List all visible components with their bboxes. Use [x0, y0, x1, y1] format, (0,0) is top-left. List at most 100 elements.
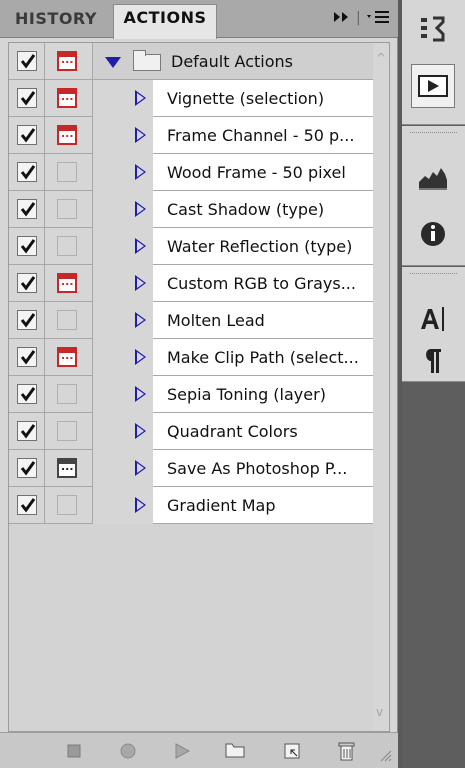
- toggle-checkbox[interactable]: [17, 421, 37, 441]
- dock-grip[interactable]: [410, 132, 457, 136]
- dialog-toggle-icon[interactable]: [57, 88, 77, 108]
- action-label: Water Reflection (type): [167, 237, 353, 256]
- action-label: Quadrant Colors: [167, 422, 298, 441]
- disclosure-triangle-icon[interactable]: [135, 127, 146, 143]
- tab-history[interactable]: HISTORY: [0, 6, 112, 38]
- dialog-toggle-icon[interactable]: [57, 125, 77, 145]
- toggle-checkbox[interactable]: [17, 236, 37, 256]
- disclosure-triangle-icon[interactable]: [135, 460, 146, 476]
- toggle-checkbox[interactable]: [17, 51, 37, 71]
- expand-triangle-icon[interactable]: [105, 57, 121, 68]
- toggle-checkbox[interactable]: [17, 310, 37, 330]
- resize-grip-icon[interactable]: [378, 747, 398, 767]
- history-icon[interactable]: [411, 8, 455, 52]
- action-name-cell: Custom RGB to Grays...: [93, 265, 374, 302]
- tab-actions[interactable]: ACTIONS: [113, 4, 217, 39]
- stop-icon[interactable]: [64, 741, 84, 761]
- action-label: Save As Photoshop P...: [167, 459, 348, 478]
- paragraph-icon[interactable]: [411, 339, 455, 383]
- scroll-up-icon[interactable]: ^: [376, 52, 386, 64]
- dialog-toggle-icon[interactable]: [57, 51, 77, 71]
- panel-menu-icon[interactable]: [366, 10, 390, 28]
- action-row[interactable]: Save As Photoshop P...: [9, 450, 374, 487]
- disclosure-triangle-icon[interactable]: [135, 423, 146, 439]
- disclosure-triangle-icon[interactable]: [135, 497, 146, 513]
- disclosure-triangle-icon[interactable]: [135, 349, 146, 365]
- dialog-toggle-icon[interactable]: [57, 162, 77, 182]
- action-row[interactable]: Molten Lead: [9, 302, 374, 339]
- action-row[interactable]: Cast Shadow (type): [9, 191, 374, 228]
- toggle-checkbox[interactable]: [17, 495, 37, 515]
- dialog-toggle-cell: [45, 191, 93, 228]
- tab-divider: |: [356, 10, 361, 26]
- histogram-icon[interactable]: [411, 154, 455, 198]
- new-action-icon[interactable]: [282, 741, 302, 761]
- panel-tab-bar: HISTORY ACTIONS |: [0, 0, 398, 39]
- action-row[interactable]: Water Reflection (type): [9, 228, 374, 265]
- toggle-cell: [9, 265, 45, 302]
- toggle-checkbox[interactable]: [17, 125, 37, 145]
- action-label: Make Clip Path (select...: [167, 348, 359, 367]
- scroll-down-icon[interactable]: v: [376, 706, 386, 718]
- action-row[interactable]: Wood Frame - 50 pixel: [9, 154, 374, 191]
- toggle-cell: [9, 43, 45, 80]
- action-label: Wood Frame - 50 pixel: [167, 163, 346, 182]
- vertical-scrollbar[interactable]: ^ v: [373, 43, 389, 731]
- action-row[interactable]: Custom RGB to Grays...: [9, 265, 374, 302]
- toggle-checkbox[interactable]: [17, 199, 37, 219]
- toggle-cell: [9, 191, 45, 228]
- dialog-toggle-icon[interactable]: [57, 236, 77, 256]
- dialog-toggle-cell: [45, 450, 93, 487]
- disclosure-triangle-icon[interactable]: [135, 90, 146, 106]
- disclosure-triangle-icon[interactable]: [135, 312, 146, 328]
- play-icon[interactable]: [172, 741, 192, 761]
- info-icon[interactable]: [411, 212, 455, 256]
- disclosure-triangle-icon[interactable]: [135, 201, 146, 217]
- dialog-toggle-icon[interactable]: [57, 495, 77, 515]
- dock-group-1: [402, 0, 465, 125]
- disclosure-triangle-icon[interactable]: [135, 164, 146, 180]
- action-name-cell: Molten Lead: [93, 302, 374, 339]
- dialog-toggle-icon[interactable]: [57, 384, 77, 404]
- folder-icon: [133, 50, 161, 71]
- toggle-checkbox[interactable]: [17, 273, 37, 293]
- action-set-row[interactable]: Default Actions: [9, 43, 374, 80]
- actions-icon[interactable]: [411, 64, 455, 108]
- action-row[interactable]: Gradient Map: [9, 487, 374, 524]
- toggle-checkbox[interactable]: [17, 162, 37, 182]
- dialog-toggle-icon[interactable]: [57, 458, 77, 478]
- dialog-toggle-icon[interactable]: [57, 310, 77, 330]
- action-row[interactable]: Quadrant Colors: [9, 413, 374, 450]
- dialog-toggle-icon[interactable]: [57, 421, 77, 441]
- record-icon[interactable]: [118, 741, 138, 761]
- action-name-cell: Sepia Toning (layer): [93, 376, 374, 413]
- double-chevron-right-icon[interactable]: [333, 10, 351, 28]
- dialog-toggle-icon[interactable]: [57, 199, 77, 219]
- action-name-cell: Default Actions: [93, 43, 374, 80]
- toggle-checkbox[interactable]: [17, 347, 37, 367]
- dialog-toggle-cell: [45, 43, 93, 80]
- dialog-toggle-icon[interactable]: [57, 347, 77, 367]
- dialog-toggle-cell: [45, 302, 93, 339]
- toggle-cell: [9, 154, 45, 191]
- character-icon[interactable]: [411, 297, 455, 341]
- action-row[interactable]: Sepia Toning (layer): [9, 376, 374, 413]
- dock-grip[interactable]: [410, 273, 457, 277]
- new-set-icon[interactable]: [224, 741, 245, 761]
- toggle-cell: [9, 228, 45, 265]
- toggle-checkbox[interactable]: [17, 88, 37, 108]
- action-row[interactable]: Make Clip Path (select...: [9, 339, 374, 376]
- action-name-cell: Wood Frame - 50 pixel: [93, 154, 374, 191]
- dialog-toggle-cell: [45, 80, 93, 117]
- actions-toolbar: [0, 732, 398, 768]
- action-row[interactable]: Vignette (selection): [9, 80, 374, 117]
- dialog-toggle-icon[interactable]: [57, 273, 77, 293]
- toggle-checkbox[interactable]: [17, 384, 37, 404]
- disclosure-triangle-icon[interactable]: [135, 238, 146, 254]
- action-name-cell: Frame Channel - 50 p...: [93, 117, 374, 154]
- disclosure-triangle-icon[interactable]: [135, 386, 146, 402]
- disclosure-triangle-icon[interactable]: [135, 275, 146, 291]
- action-row[interactable]: Frame Channel - 50 p...: [9, 117, 374, 154]
- delete-icon[interactable]: [336, 741, 356, 761]
- toggle-checkbox[interactable]: [17, 458, 37, 478]
